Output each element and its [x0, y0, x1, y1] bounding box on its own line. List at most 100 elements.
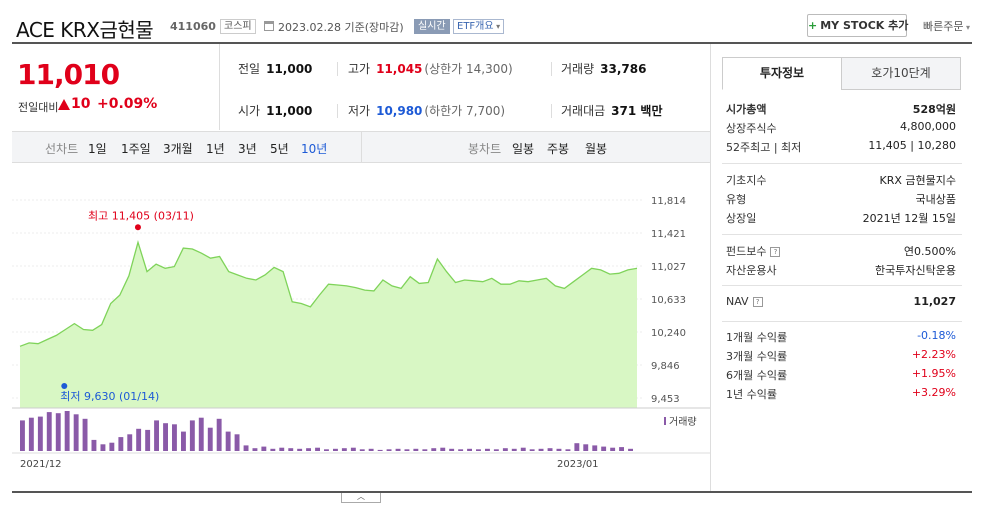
stat-divider — [551, 104, 552, 118]
stat-upper-limit: (상한가 14,300) — [424, 62, 513, 76]
stat-open-label: 시가 — [238, 104, 261, 118]
volume-bar — [100, 444, 106, 451]
stat-divider — [337, 62, 338, 76]
info-tabs: 투자정보 호가10단계 — [722, 57, 962, 90]
stat-divider — [551, 62, 552, 76]
volume-legend-icon — [664, 417, 666, 425]
period-bar-divider — [361, 132, 362, 162]
calendar-icon — [264, 21, 274, 31]
volume-bar — [368, 448, 374, 451]
low-point-label: 최저 9,630 (01/14) — [60, 390, 159, 403]
volume-bar — [350, 447, 356, 451]
chevron-up-icon: ︿ — [357, 492, 365, 501]
help-icon[interactable]: ? — [770, 247, 781, 257]
period-1w[interactable]: 1주일 — [121, 140, 151, 157]
period-3m[interactable]: 3개월 — [163, 140, 193, 157]
period-1y[interactable]: 1년 — [206, 140, 225, 157]
stat-amount-value: 371 백만 — [611, 104, 663, 118]
volume-bar — [118, 437, 124, 451]
info-return-3m: 3개월 수익률 +2.23% — [726, 348, 956, 364]
help-icon[interactable]: ? — [752, 297, 763, 307]
x-label-start: 2021/12 — [20, 459, 62, 470]
volume-bar — [628, 448, 633, 451]
return-1y-value: +3.29% — [911, 386, 956, 399]
period-5y[interactable]: 5년 — [270, 140, 289, 157]
etf-overview-label: ETF개요 — [457, 21, 494, 32]
tab-investment-info[interactable]: 투자정보 — [722, 57, 842, 90]
shares-value: 4,800,000 — [900, 120, 956, 133]
volume-bar — [243, 445, 249, 451]
volume-bar — [154, 420, 159, 451]
nav-value: 11,027 — [913, 295, 956, 308]
stat-open: 시가 11,000 — [238, 102, 312, 119]
volume-bar — [136, 428, 142, 451]
volume-bar — [458, 449, 464, 451]
stat-low-label: 저가 — [348, 104, 371, 118]
return-3m-value: +2.23% — [911, 348, 956, 361]
market-cap-label: 시가총액 — [726, 103, 767, 116]
section-divider — [722, 321, 962, 322]
volume-bar — [511, 448, 517, 451]
volume-bar — [279, 447, 285, 451]
candle-monthly[interactable]: 월봉 — [585, 140, 607, 157]
info-manager: 자산운용사 한국투자신탁운용 — [726, 262, 956, 278]
chart-period-bar: 선차트 1일 1주일 3개월 1년 3년 5년 10년 봉차트 일봉 주봉 월봉 — [12, 131, 710, 163]
volume-bar — [520, 447, 526, 451]
price-chart[interactable]: 11,814 11,421 11,027 10,633 10,240 9,846 9,453… — [12, 163, 710, 491]
candle-weekly[interactable]: 주봉 — [547, 140, 569, 157]
volume-bar — [556, 448, 562, 451]
my-stock-add-button[interactable]: + MY STOCK 추가 — [807, 14, 909, 37]
chevron-down-icon: ▾ — [963, 23, 971, 32]
return-6m-label: 6개월 수익률 — [726, 369, 788, 382]
candle-daily[interactable]: 일봉 — [512, 140, 534, 157]
period-10y[interactable]: 10년 — [301, 140, 327, 157]
expand-chart-button[interactable]: ︿ — [341, 493, 381, 503]
tab-order-book[interactable]: 호가10단계 — [841, 57, 961, 90]
return-3m-label: 3개월 수익률 — [726, 350, 788, 363]
stat-volume-value: 33,786 — [600, 62, 647, 76]
plus-icon: + — [808, 19, 818, 32]
volume-bar — [109, 442, 115, 451]
high-point-marker — [134, 224, 141, 231]
volume-bar — [297, 448, 303, 451]
volume-bar — [565, 449, 571, 451]
stat-amount-label: 거래대금 — [561, 104, 606, 118]
volume-bar — [172, 424, 177, 451]
volume-bar — [404, 449, 410, 451]
info-panel: 투자정보 호가10단계 시가총액 528억원 상장주식수 4,800,000 52주… — [710, 44, 972, 491]
info-fee: 펀드보수? 연0.500% — [726, 243, 956, 259]
y-tick-label: 9,846 — [651, 361, 680, 372]
volume-bar — [386, 449, 392, 451]
info-return-6m: 6개월 수익률 +1.95% — [726, 367, 956, 383]
change-label: 전일대비 — [18, 101, 59, 114]
volume-bar — [377, 449, 383, 451]
range-value: 11,405 | 10,280 — [868, 139, 956, 152]
volume-bar — [610, 447, 616, 451]
volume-bar — [20, 420, 25, 451]
realtime-badge[interactable]: 실시간 — [414, 19, 450, 34]
volume-bar — [46, 412, 52, 451]
volume-bar — [592, 445, 598, 451]
volume-bar — [261, 446, 267, 451]
return-1m-label: 1개월 수익률 — [726, 331, 788, 344]
period-3y[interactable]: 3년 — [238, 140, 257, 157]
my-stock-add-label: MY STOCK 추가 — [820, 19, 909, 32]
volume-bar — [252, 448, 258, 451]
stat-prev-label: 전일 — [238, 62, 261, 76]
volume-bar — [440, 447, 446, 451]
low-point-marker — [61, 383, 68, 389]
index-value: KRX 금현물지수 — [879, 174, 957, 187]
market-badge: 코스피 — [220, 19, 256, 34]
info-type: 유형 국내상품 — [726, 191, 956, 207]
period-1d[interactable]: 1일 — [88, 140, 107, 157]
volume-bar — [64, 411, 70, 451]
etf-overview-dropdown[interactable]: ETF개요 ▾ — [453, 19, 505, 34]
volume-bar — [127, 434, 133, 451]
stat-volume: 거래량 33,786 — [561, 60, 646, 77]
volume-bar — [449, 448, 455, 451]
volume-bar — [431, 448, 437, 451]
stat-volume-label: 거래량 — [561, 62, 595, 76]
quick-order-button[interactable]: 빠른주문 ▾ — [923, 18, 970, 34]
volume-bar — [529, 449, 535, 451]
volume-bar — [163, 423, 168, 451]
